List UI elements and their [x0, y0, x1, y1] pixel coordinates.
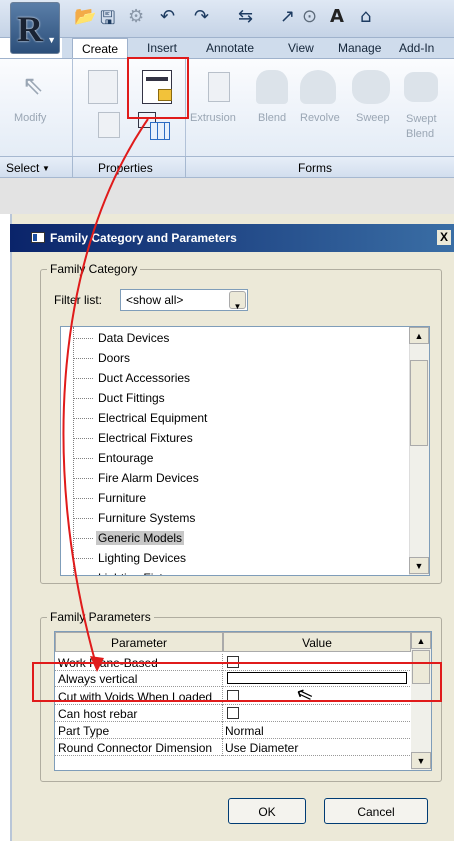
- annotation-arrow: [62, 118, 149, 672]
